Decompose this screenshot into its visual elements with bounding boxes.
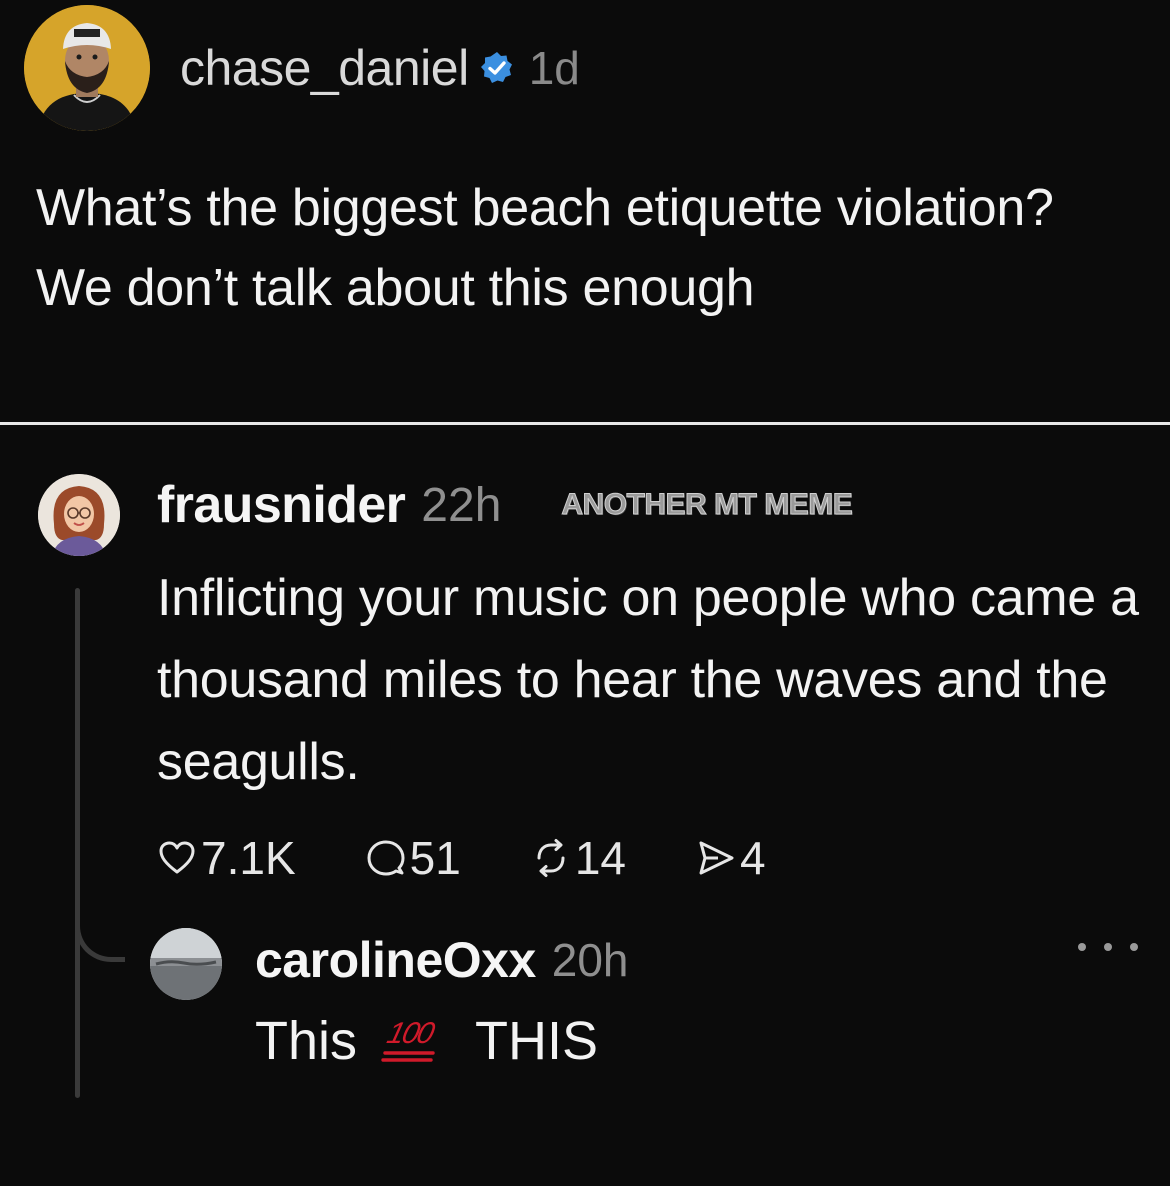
post-header: chase_daniel 1d	[24, 0, 580, 135]
reply-header: frausnider 22h ANOTHER MT MEME	[157, 470, 853, 540]
avatar[interactable]	[24, 4, 150, 131]
repost-count: 14	[574, 832, 626, 884]
sub-reply-username[interactable]: carolineOxx	[255, 931, 536, 989]
sub-reply-avatar[interactable]	[150, 928, 222, 1000]
reply-timestamp: 22h	[421, 478, 502, 532]
share-count: 4	[739, 832, 766, 884]
thread-connector	[75, 900, 125, 962]
watermark-text: ANOTHER MT MEME	[561, 488, 853, 522]
like-button[interactable]: 7.1K	[157, 831, 296, 885]
reply-text: Inflicting your music on people who came…	[157, 569, 1139, 791]
svg-text:100: 100	[384, 1016, 438, 1049]
post-username[interactable]: chase_daniel	[180, 39, 469, 97]
comment-bubble-icon	[367, 840, 405, 876]
reply-avatar[interactable]	[38, 474, 120, 556]
more-options-icon[interactable]	[1078, 932, 1138, 962]
divider	[0, 422, 1170, 425]
reply-username[interactable]: frausnider	[157, 475, 406, 535]
more-dot	[1130, 943, 1138, 951]
hundred-points-icon: 100	[381, 1016, 438, 1062]
thread-line	[75, 588, 80, 1098]
post-text: What’s the biggest beach etiquette viola…	[36, 179, 1054, 317]
sub-reply-timestamp: 20h	[551, 934, 629, 986]
avatar-illustration	[24, 4, 150, 131]
comment-button[interactable]: 51	[366, 831, 461, 885]
comment-count: 51	[409, 832, 461, 884]
like-count: 7.1K	[201, 832, 296, 884]
post-timestamp: 1d	[528, 41, 580, 94]
repost-button[interactable]: 14	[531, 831, 626, 885]
send-icon	[699, 841, 734, 875]
sub-reply-text: This 100 THIS	[255, 1010, 598, 1072]
sub-reply-text-before: This	[255, 1011, 358, 1071]
verified-badge-icon	[480, 51, 512, 83]
sub-reply-avatar-illustration	[150, 928, 222, 1000]
sub-reply-text-after: THIS	[475, 1011, 599, 1071]
reply-actions: 7.1K 51 14 4	[157, 826, 836, 890]
reply-avatar-illustration	[38, 474, 120, 556]
more-dot	[1104, 943, 1112, 951]
sub-reply-header: carolineOxx 20h	[255, 927, 629, 993]
heart-icon	[159, 841, 195, 874]
repost-icon	[537, 839, 565, 877]
more-dot	[1078, 943, 1086, 951]
share-button[interactable]: 4	[696, 831, 766, 885]
